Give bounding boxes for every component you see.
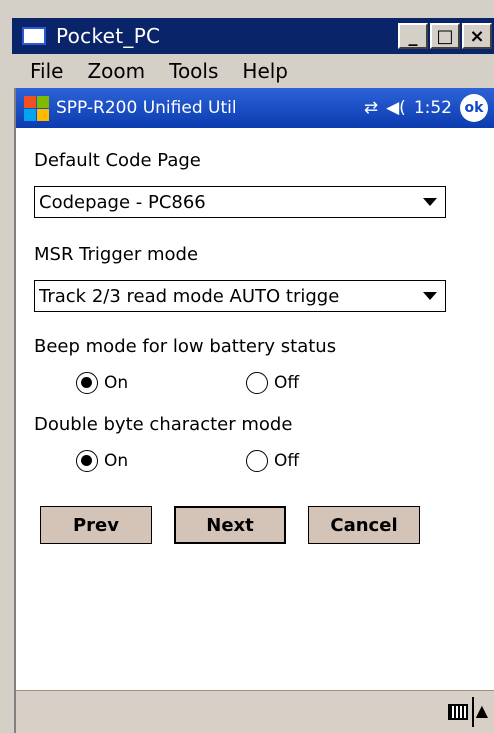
double-byte-on-radio[interactable]: On	[76, 450, 128, 472]
divider	[472, 697, 474, 727]
minimize-button[interactable]: _	[398, 23, 428, 49]
menu-zoom[interactable]: Zoom	[87, 59, 145, 83]
cancel-button[interactable]: Cancel	[308, 506, 420, 544]
double-byte-on-label: On	[104, 451, 129, 471]
radio-unselected-icon	[246, 372, 268, 394]
beep-off-label: Off	[274, 373, 300, 393]
next-button[interactable]: Next	[174, 506, 286, 544]
window-title-bar: Pocket_PC _ □ ×	[12, 18, 494, 54]
app-title: SPP-R200 Unified Util	[56, 98, 237, 118]
connectivity-icon[interactable]: ⇄	[364, 98, 378, 118]
prev-button[interactable]: Prev	[40, 506, 152, 544]
chevron-down-icon	[423, 292, 437, 300]
emulator-frame: Pocket_PC _ □ × File Zoom Tools Help SPP…	[0, 0, 494, 733]
close-button[interactable]: ×	[462, 23, 492, 49]
status-icons: ⇄ ◀︎( 1:52 ok	[364, 94, 488, 122]
beep-on-radio[interactable]: On	[76, 372, 128, 394]
beep-off-radio[interactable]: Off	[246, 372, 299, 394]
msr-trigger-select[interactable]: Track 2/3 read mode AUTO trigge	[34, 280, 446, 312]
clock[interactable]: 1:52	[414, 98, 452, 118]
msr-trigger-label: MSR Trigger mode	[34, 244, 199, 265]
radio-unselected-icon	[246, 450, 268, 472]
code-page-value: Codepage - PC866	[39, 191, 206, 213]
menu-help[interactable]: Help	[242, 59, 288, 83]
keyboard-icon[interactable]	[448, 704, 468, 720]
window-controls: _ □ ×	[396, 23, 492, 49]
beep-on-label: On	[104, 373, 129, 393]
menu-file[interactable]: File	[30, 59, 63, 83]
bottom-bar: ▲	[16, 690, 494, 733]
volume-icon[interactable]: ◀︎(	[386, 98, 406, 118]
double-byte-off-label: Off	[274, 451, 300, 471]
ok-button[interactable]: ok	[460, 94, 488, 122]
radio-selected-icon	[76, 372, 98, 394]
code-page-select[interactable]: Codepage - PC866	[34, 186, 446, 218]
radio-selected-icon	[76, 450, 98, 472]
beep-mode-label: Beep mode for low battery status	[34, 336, 337, 357]
window-icon	[22, 27, 46, 45]
maximize-button[interactable]: □	[430, 23, 460, 49]
chevron-down-icon	[423, 198, 437, 206]
chevron-up-icon[interactable]: ▲	[476, 701, 488, 720]
start-menu-icon[interactable]	[22, 94, 50, 122]
device-screen: SPP-R200 Unified Util ⇄ ◀︎( 1:52 ok Defa…	[14, 88, 494, 733]
window-title: Pocket_PC	[56, 24, 161, 48]
double-byte-off-radio[interactable]: Off	[246, 450, 299, 472]
double-byte-label: Double byte character mode	[34, 414, 293, 435]
menu-bar: File Zoom Tools Help	[12, 54, 494, 88]
nav-bar: SPP-R200 Unified Util ⇄ ◀︎( 1:52 ok	[16, 88, 494, 128]
menu-tools[interactable]: Tools	[169, 59, 218, 83]
code-page-label: Default Code Page	[34, 150, 201, 171]
msr-trigger-value: Track 2/3 read mode AUTO trigge	[39, 285, 340, 307]
